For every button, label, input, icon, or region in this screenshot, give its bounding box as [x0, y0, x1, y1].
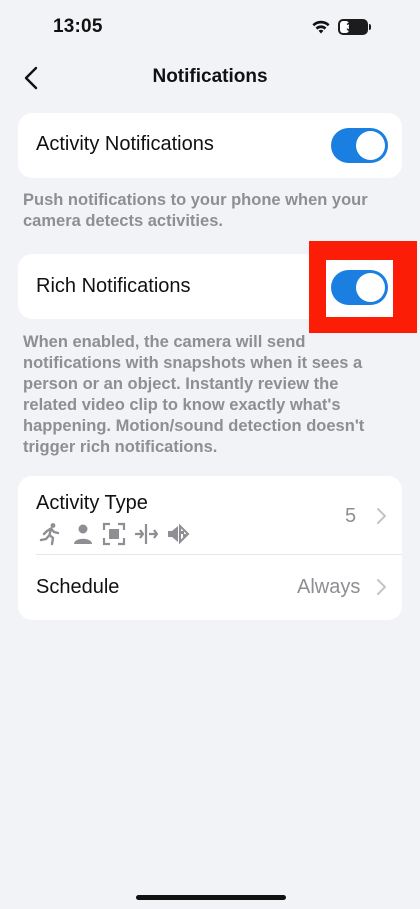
activity-type-count: 5 [345, 505, 357, 527]
toggle-knob [356, 273, 385, 302]
battery-icon: 33 [338, 19, 368, 35]
battery-cap [369, 24, 371, 30]
schedule-row[interactable]: Schedule Always [18, 555, 402, 620]
activity-notifications-label: Activity Notifications [36, 133, 214, 155]
schedule-value: Always [297, 576, 361, 598]
rich-notifications-description: When enabled, the camera will send notif… [23, 333, 365, 456]
running-person-icon [39, 523, 60, 546]
person-icon [74, 524, 92, 544]
activity-type-row[interactable]: Activity Type 5 [18, 476, 402, 554]
rich-notifications-label: Rich Notifications [36, 275, 191, 297]
activity-notifications-toggle[interactable] [331, 128, 388, 163]
rich-notifications-toggle[interactable] [331, 270, 388, 305]
crossing-line-icon [135, 524, 159, 544]
battery-text: 33 [346, 20, 360, 34]
status-bar: 13:05 33 [0, 0, 420, 56]
chevron-right-icon [377, 579, 386, 595]
home-indicator [136, 895, 286, 900]
navigation-bar: Notifications [0, 56, 420, 100]
schedule-label: Schedule [36, 576, 120, 598]
activity-type-label: Activity Type [36, 492, 148, 514]
sound-icon [168, 523, 190, 545]
page-title: Notifications [152, 66, 268, 87]
toggle-knob [356, 131, 385, 160]
detection-settings-card: Activity Type 5 Schedule Always [18, 476, 402, 620]
activity-notifications-row: Activity Notifications [18, 113, 402, 178]
object-frame-icon [102, 522, 126, 546]
wifi-icon [312, 20, 330, 34]
rich-notifications-row: Rich Notifications [18, 254, 309, 319]
chevron-right-icon [377, 508, 386, 524]
activity-notifications-description: Push notifications to your phone when yo… [23, 191, 368, 230]
status-time: 13:05 [53, 16, 103, 37]
